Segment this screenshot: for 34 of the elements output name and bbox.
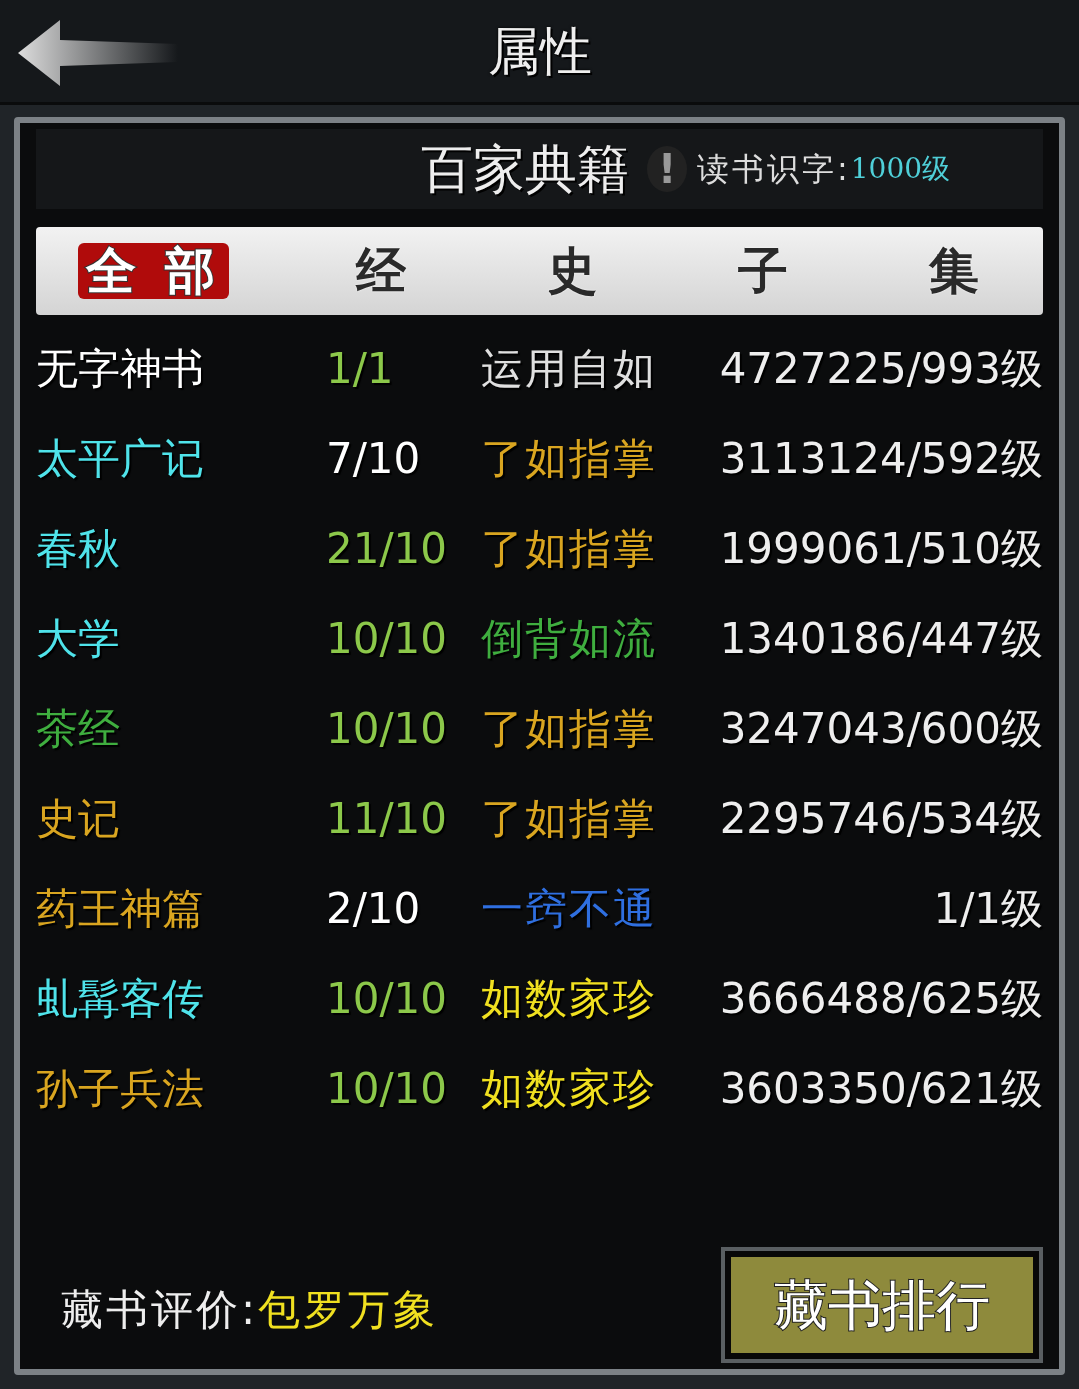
book-name: 孙子兵法 [36,1063,204,1113]
book-name: 春秋 [36,523,120,573]
reading-level: 1000级 [850,151,951,187]
book-name: 大学 [36,613,120,663]
reading-label: 读书识字: [697,149,851,190]
book-count: 21/10 [326,523,448,573]
mastery-grade: 如数家珍 [481,973,657,1023]
rating-value: 包罗万象 [258,1284,439,1336]
book-count: 10/10 [326,703,448,753]
book-count: 1/1 [326,343,394,393]
mastery-grade: 运用自如 [481,343,657,393]
book-progress: 3603350/621级 [719,1063,1043,1113]
mastery-grade: 一窍不通 [481,883,657,933]
book-count: 10/10 [326,1063,448,1113]
book-name: 茶经 [36,703,120,753]
window-title: 属性 [487,20,592,83]
book-name: 虬髯客传 [36,973,204,1023]
book-name: 无字神书 [36,343,204,393]
book-count: 10/10 [326,613,448,663]
book-count: 2/10 [326,883,421,933]
book-count: 7/10 [326,433,421,483]
book-name: 史记 [36,793,120,843]
book-count: 10/10 [326,973,448,1023]
book-name: 太平广记 [36,433,204,483]
mastery-grade: 倒背如流 [481,613,657,663]
panel-title: 百家典籍 [421,138,629,201]
mastery-grade: 了如指掌 [481,523,657,573]
book-name: 药王神篇 [36,883,204,933]
mastery-grade: 了如指掌 [481,793,657,843]
mastery-grade: 了如指掌 [481,703,657,753]
rating-label: 藏书评价: [61,1284,259,1336]
mastery-grade: 了如指掌 [481,433,657,483]
book-count: 11/10 [326,793,448,843]
mastery-grade: 如数家珍 [481,1063,657,1113]
